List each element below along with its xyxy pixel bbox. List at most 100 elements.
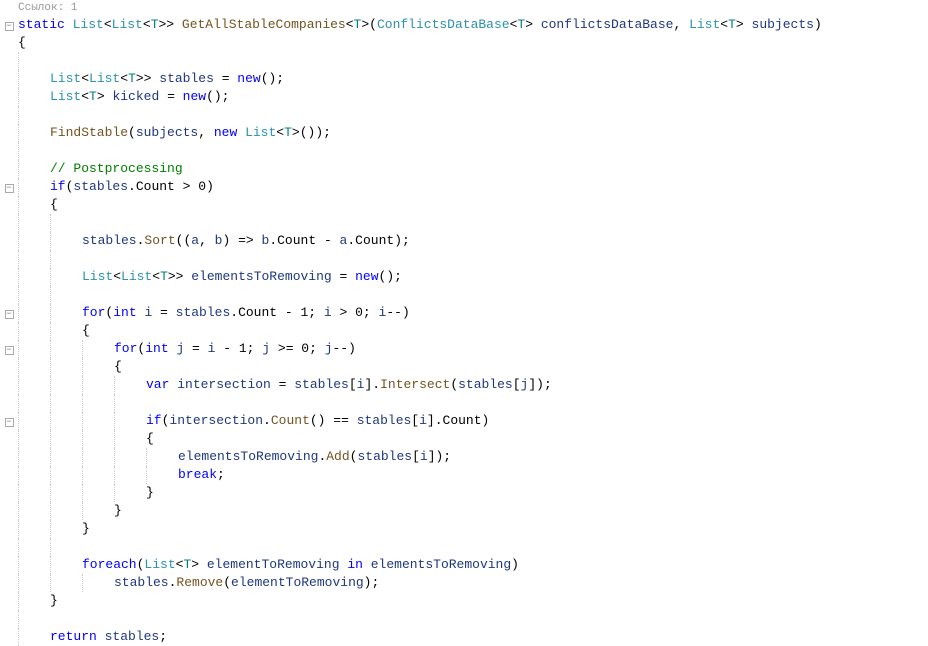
var: j	[176, 341, 184, 356]
keyword-for: for	[114, 341, 137, 356]
var: elementsToRemoving	[371, 557, 511, 572]
keyword-if: if	[146, 413, 162, 428]
code-line[interactable]: − for(int i = stables.Count - 1; i > 0; …	[0, 304, 928, 322]
code-line[interactable]: elementsToRemoving.Add(stables[i]);	[0, 448, 928, 466]
keyword-new: new	[183, 89, 206, 104]
code-line[interactable]: }	[0, 520, 928, 538]
fold-gutter[interactable]: −	[0, 16, 18, 34]
keyword-break: break	[178, 467, 217, 482]
method-call: FindStable	[50, 125, 128, 140]
code-line[interactable]: − for(int j = i - 1; j >= 0; j--)	[0, 340, 928, 358]
type-list: List	[73, 17, 104, 32]
type-list: List	[89, 71, 120, 86]
code-line[interactable]	[0, 610, 928, 628]
code-line[interactable]: List<List<T>> stables = new();	[0, 70, 928, 88]
type-list: List	[689, 17, 720, 32]
type-list: List	[245, 125, 276, 140]
lambda-param: b	[215, 233, 223, 248]
code-line[interactable]	[0, 52, 928, 70]
code-line[interactable]: stables.Sort((a, b) => b.Count - a.Count…	[0, 232, 928, 250]
code-line[interactable]	[0, 250, 928, 268]
fold-minus-icon[interactable]: −	[5, 184, 14, 193]
property: Count	[355, 233, 394, 248]
code-line[interactable]: − static List<List<T>> GetAllStableCompa…	[0, 16, 928, 34]
var: i	[324, 305, 332, 320]
fold-gutter[interactable]: −	[0, 340, 18, 358]
var: elementToRemoving	[207, 557, 340, 572]
code-line[interactable]: var intersection = stables[i].Intersect(…	[0, 376, 928, 394]
keyword-foreach: foreach	[82, 557, 137, 572]
keyword-return: return	[50, 629, 97, 644]
code-line[interactable]	[0, 286, 928, 304]
var: stables	[73, 179, 128, 194]
code-line[interactable]: break;	[0, 466, 928, 484]
code-line[interactable]	[0, 394, 928, 412]
fold-gutter[interactable]: −	[0, 304, 18, 322]
code-line[interactable]: }	[0, 592, 928, 610]
fold-minus-icon[interactable]: −	[5, 418, 14, 427]
type-list: List	[50, 89, 81, 104]
type-list: List	[82, 269, 113, 284]
var: i	[144, 305, 152, 320]
param: conflictsDataBase	[541, 17, 674, 32]
code-line[interactable]: List<T> kicked = new();	[0, 88, 928, 106]
keyword-if: if	[50, 179, 66, 194]
var: i	[379, 305, 387, 320]
code-line[interactable]: }	[0, 484, 928, 502]
type-param: T	[89, 89, 97, 104]
keyword-new: new	[237, 71, 260, 86]
type-param: T	[284, 125, 292, 140]
code-line[interactable]	[0, 142, 928, 160]
var: elementsToRemoving	[178, 449, 318, 464]
var: stables	[176, 305, 231, 320]
code-line[interactable]: − if(stables.Count > 0)	[0, 178, 928, 196]
var: stables	[82, 233, 137, 248]
var: stables	[114, 575, 169, 590]
code-line[interactable]: foreach(List<T> elementToRemoving in ele…	[0, 556, 928, 574]
code-line[interactable]: FindStable(subjects, new List<T>());	[0, 124, 928, 142]
code-line[interactable]: {	[0, 196, 928, 214]
fold-gutter[interactable]: −	[0, 412, 18, 430]
code-line[interactable]	[0, 214, 928, 232]
code-line[interactable]: stables.Remove(elementToRemoving);	[0, 574, 928, 592]
codelens-references[interactable]: Ссылок: 1	[0, 0, 928, 16]
keyword-static: static	[18, 17, 65, 32]
code-line[interactable]: // Postprocessing	[0, 160, 928, 178]
fold-minus-icon[interactable]: −	[5, 22, 14, 31]
fold-minus-icon[interactable]: −	[5, 310, 14, 319]
method-call: Add	[326, 449, 349, 464]
code-line[interactable]: }	[0, 502, 928, 520]
code-line[interactable]	[0, 106, 928, 124]
code-line[interactable]	[0, 538, 928, 556]
code-line[interactable]: {	[0, 358, 928, 376]
code-line[interactable]: {	[0, 34, 928, 52]
code-line[interactable]: return stables;	[0, 628, 928, 646]
var: j	[262, 341, 270, 356]
type-list: List	[50, 71, 81, 86]
var: j	[325, 341, 333, 356]
code-line[interactable]: List<List<T>> elementsToRemoving = new()…	[0, 268, 928, 286]
var: i	[357, 377, 365, 392]
method-call: Intersect	[380, 377, 450, 392]
fold-gutter[interactable]: −	[0, 178, 18, 196]
keyword-int: int	[145, 341, 168, 356]
code-line[interactable]: {	[0, 430, 928, 448]
var: stables	[294, 377, 349, 392]
code-editor[interactable]: − static List<List<T>> GetAllStableCompa…	[0, 16, 928, 646]
code-line[interactable]: − if(intersection.Count() == stables[i].…	[0, 412, 928, 430]
var: i	[419, 413, 427, 428]
local-var: intersection	[177, 377, 271, 392]
property: Count	[277, 233, 316, 248]
type-param: T	[354, 17, 362, 32]
code-line[interactable]: {	[0, 322, 928, 340]
var: j	[521, 377, 529, 392]
local-var: elementsToRemoving	[191, 269, 331, 284]
type-param: T	[151, 17, 159, 32]
type-param: T	[728, 17, 736, 32]
var: stables	[105, 629, 160, 644]
arg: subjects	[136, 125, 198, 140]
fold-minus-icon[interactable]: −	[5, 346, 14, 355]
var: b	[262, 233, 270, 248]
type-list: List	[144, 557, 175, 572]
comment: // Postprocessing	[50, 161, 183, 176]
